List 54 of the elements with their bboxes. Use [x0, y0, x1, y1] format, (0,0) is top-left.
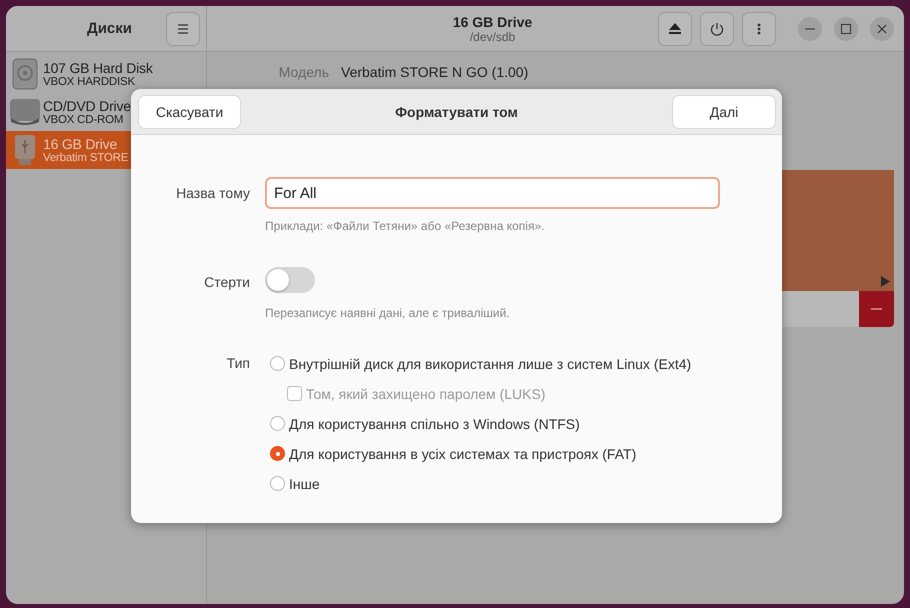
- minimize-button[interactable]: [798, 16, 822, 40]
- window-subtitle: /dev/sdb: [470, 30, 516, 44]
- radio-button[interactable]: [270, 476, 285, 491]
- close-icon: [877, 24, 887, 34]
- option-label: Інше: [289, 476, 320, 492]
- power-icon: [710, 22, 724, 36]
- radio-button[interactable]: [270, 416, 285, 431]
- disk-name: 107 GB Hard Disk: [43, 60, 153, 76]
- option-label: Для користування спільно з Windows (NTFS): [289, 416, 580, 432]
- minimize-icon: [805, 28, 815, 30]
- eject-button[interactable]: [658, 12, 692, 46]
- minus-icon: [871, 308, 882, 310]
- volume-name-field[interactable]: For All: [265, 177, 720, 209]
- cancel-button[interactable]: Скасувати: [138, 94, 241, 128]
- radio-option[interactable]: Внутрішній диск для використання лише з систем Linux (Ext4): [270, 354, 692, 373]
- maximize-button[interactable]: [834, 16, 858, 40]
- window-title: 16 GB Drive: [452, 14, 532, 30]
- delete-partition-button[interactable]: [859, 291, 894, 327]
- detail-label: Модель: [278, 64, 329, 80]
- disk-name: 16 GB Drive: [43, 136, 118, 152]
- radio-option[interactable]: Інше: [270, 474, 320, 493]
- disk-model: Verbatim STORE: [43, 152, 128, 164]
- disk-name: CD/DVD Drive: [43, 98, 131, 114]
- disk-item[interactable]: 107 GB Hard Disk VBOX HARDDISK: [6, 55, 206, 93]
- next-button[interactable]: Далі: [672, 94, 776, 128]
- menu-icon: [177, 24, 189, 34]
- detail-value: Verbatim STORE N GO (1.00): [341, 64, 530, 80]
- more-button[interactable]: [742, 12, 776, 46]
- play-icon: [881, 276, 890, 287]
- power-button[interactable]: [700, 12, 734, 46]
- close-button[interactable]: [870, 16, 894, 40]
- hint-text: Перезаписує наявні дані, але є триваліший.: [265, 306, 511, 320]
- radio-option[interactable]: Для користування в усіх системах та пристроях (FAT): [270, 444, 636, 463]
- option-label: Для користування в усіх системах та пристроях (FAT): [289, 446, 636, 462]
- radio-button[interactable]: [270, 356, 285, 371]
- hint-text: Приклади: «Файли Тетяни» або «Резервна копія».: [265, 219, 546, 233]
- more-icon: [757, 22, 761, 34]
- option-label: Том, який захищено паролем (LUKS): [306, 386, 546, 402]
- disk-model: VBOX HARDDISK: [43, 76, 136, 88]
- radio-button[interactable]: [270, 446, 285, 461]
- field-label: Тип: [226, 354, 250, 371]
- option-label: Внутрішній диск для використання лише з систем Linux (Ext4): [289, 356, 692, 372]
- usb-drive-icon: [14, 134, 36, 166]
- disk-model: VBOX CD-ROM: [43, 114, 124, 126]
- dialog-title: Форматувати том: [395, 104, 518, 120]
- erase-switch[interactable]: [265, 267, 315, 293]
- menu-button[interactable]: [166, 12, 200, 46]
- maximize-icon: [841, 24, 851, 34]
- sidebar-title: Диски: [87, 20, 132, 37]
- optical-drive-icon: [9, 98, 41, 126]
- radio-option[interactable]: Для користування спільно з Windows (NTFS): [270, 414, 580, 433]
- eject-icon: [669, 23, 681, 34]
- field-label: Стерти: [203, 274, 250, 290]
- field-label: Назва тому: [175, 185, 250, 201]
